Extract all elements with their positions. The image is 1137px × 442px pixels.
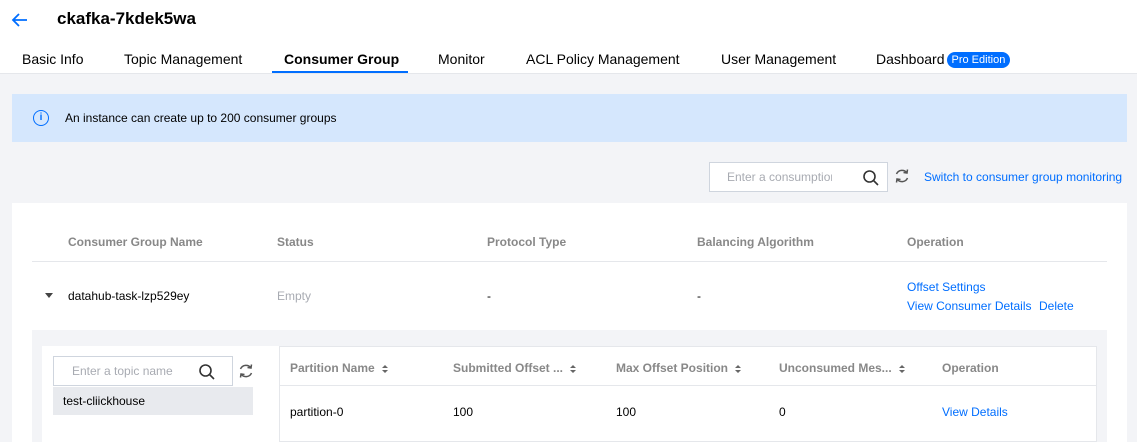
pro-edition-badge: Pro Edition [946, 52, 1011, 68]
tab-dashboard-label: Dashboard [876, 51, 945, 67]
header-max-offset-position[interactable]: Max Offset Position [616, 361, 742, 375]
tab-consumer-group[interactable]: Consumer Group [284, 51, 399, 67]
sort-icon[interactable] [381, 364, 389, 374]
consumer-group-name: datahub-task-lzp529ey [68, 289, 190, 303]
status-value: Empty [277, 289, 312, 303]
top-bar: ckafka-7kdek5wa Basic Info Topic Managem… [0, 0, 1137, 74]
info-notice: i An instance can create up to 200 consu… [12, 94, 1127, 142]
consumer-group-table: Consumer Group Name Status Protocol Type… [12, 203, 1127, 442]
tab-acl-policy-management[interactable]: ACL Policy Management [526, 51, 680, 67]
max-offset-value: 100 [616, 405, 637, 419]
view-details-link[interactable]: View Details [942, 405, 1008, 419]
search-icon[interactable] [862, 169, 880, 187]
back-arrow-icon[interactable] [10, 10, 30, 30]
partition-name-value: partition-0 [290, 405, 344, 419]
unconsumed-value: 0 [779, 405, 786, 419]
search-icon[interactable] [198, 363, 216, 381]
refresh-icon[interactable] [893, 167, 911, 185]
tab-monitor[interactable]: Monitor [438, 51, 485, 67]
balancing-algorithm-value: - [697, 289, 701, 303]
search-placeholder: Enter a consumption group name [727, 170, 832, 184]
tab-bar: Basic Info Topic Management Consumer Gro… [0, 44, 1137, 74]
tab-dashboard[interactable]: Dashboard Pro Edition [876, 51, 1011, 69]
notice-text: An instance can create up to 200 consume… [65, 111, 337, 125]
header-partition-name[interactable]: Partition Name [290, 361, 389, 375]
partition-table: Partition Name Submitted Offset ... Max … [279, 346, 1097, 442]
sort-icon[interactable] [734, 364, 742, 374]
header-balancing-algorithm: Balancing Algorithm [697, 235, 814, 249]
header-submitted-offset-label: Submitted Offset ... [453, 361, 564, 375]
topic-search-placeholder: Enter a topic name [72, 364, 173, 378]
topic-list-item[interactable]: test-cliickhouse [53, 387, 253, 415]
header-partition-name-label: Partition Name [290, 361, 375, 375]
refresh-icon[interactable] [237, 362, 255, 380]
submitted-offset-value: 100 [453, 405, 474, 419]
protocol-type-value: - [487, 289, 491, 303]
header-partition-operation: Operation [942, 361, 999, 375]
expand-caret-icon[interactable] [45, 293, 53, 298]
tab-user-management[interactable]: User Management [721, 51, 836, 67]
consumer-group-search-input[interactable]: Enter a consumption group name [709, 162, 888, 192]
info-icon: i [33, 110, 49, 126]
header-operation: Operation [907, 235, 964, 249]
header-submitted-offset[interactable]: Submitted Offset ... [453, 361, 577, 375]
active-tab-indicator [272, 71, 408, 73]
header-divider [32, 261, 1107, 262]
view-consumer-details-link[interactable]: View Consumer Details [907, 299, 1032, 313]
topic-search-input[interactable]: Enter a topic name [53, 356, 233, 386]
header-unconsumed-messages[interactable]: Unconsumed Mes... [779, 361, 906, 375]
delete-link[interactable]: Delete [1039, 299, 1074, 313]
tab-topic-management[interactable]: Topic Management [124, 51, 242, 67]
header-consumer-group-name: Consumer Group Name [68, 235, 203, 249]
topic-list-pane: Enter a topic name test-cliickhouse [42, 346, 280, 442]
partition-header-divider [280, 385, 1096, 386]
page-title: ckafka-7kdek5wa [57, 9, 196, 28]
header-unconsumed-label: Unconsumed Mes... [779, 361, 892, 375]
header-status: Status [277, 235, 314, 249]
tab-basic-info[interactable]: Basic Info [22, 51, 83, 67]
switch-to-monitoring-link[interactable]: Switch to consumer group monitoring [924, 170, 1122, 184]
expanded-row-panel: Enter a topic name test-cliickhouse Part… [32, 330, 1107, 442]
header-max-offset-label: Max Offset Position [616, 361, 729, 375]
offset-settings-link[interactable]: Offset Settings [907, 280, 986, 294]
sort-icon[interactable] [898, 364, 906, 374]
sort-icon[interactable] [569, 364, 577, 374]
header-protocol-type: Protocol Type [487, 235, 567, 249]
